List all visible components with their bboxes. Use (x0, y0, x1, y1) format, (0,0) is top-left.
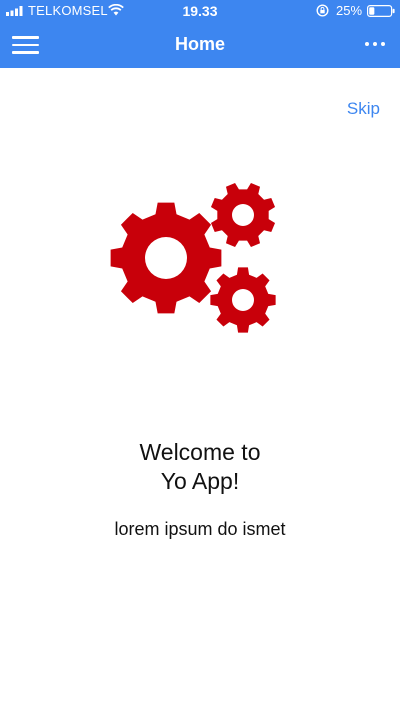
app-header: Home (0, 22, 400, 68)
more-dots-icon (381, 42, 385, 46)
battery-percent: 25% (336, 3, 363, 18)
welcome-subtitle: lorem ipsum do ismet (114, 519, 286, 539)
gear-shape (210, 267, 276, 333)
hamburger-icon (12, 51, 39, 54)
welcome-title-line1: Welcome to (139, 439, 261, 465)
menu-button[interactable] (12, 36, 40, 54)
hamburger-icon (12, 36, 39, 39)
onboarding-screen: TELKOMSEL 19.33 25% Home Skip Welcome to… (0, 0, 400, 711)
battery-icon (367, 5, 395, 17)
more-dots-icon (365, 42, 369, 46)
status-bar: TELKOMSEL 19.33 25% (0, 0, 400, 22)
gear-shape (210, 182, 276, 248)
more-dots-icon (373, 42, 377, 46)
gear-shape (110, 202, 222, 314)
hamburger-icon (12, 43, 39, 46)
gears-icon (110, 182, 276, 333)
rotation-lock-icon (316, 4, 329, 17)
welcome-title-line2: Yo App! (160, 468, 240, 494)
skip-button[interactable]: Skip (330, 99, 380, 119)
more-options-button[interactable] (360, 34, 390, 54)
top-bar: TELKOMSEL 19.33 25% Home (0, 0, 400, 68)
welcome-title: Welcome to Yo App! (40, 438, 360, 496)
page-title: Home (174, 34, 225, 54)
